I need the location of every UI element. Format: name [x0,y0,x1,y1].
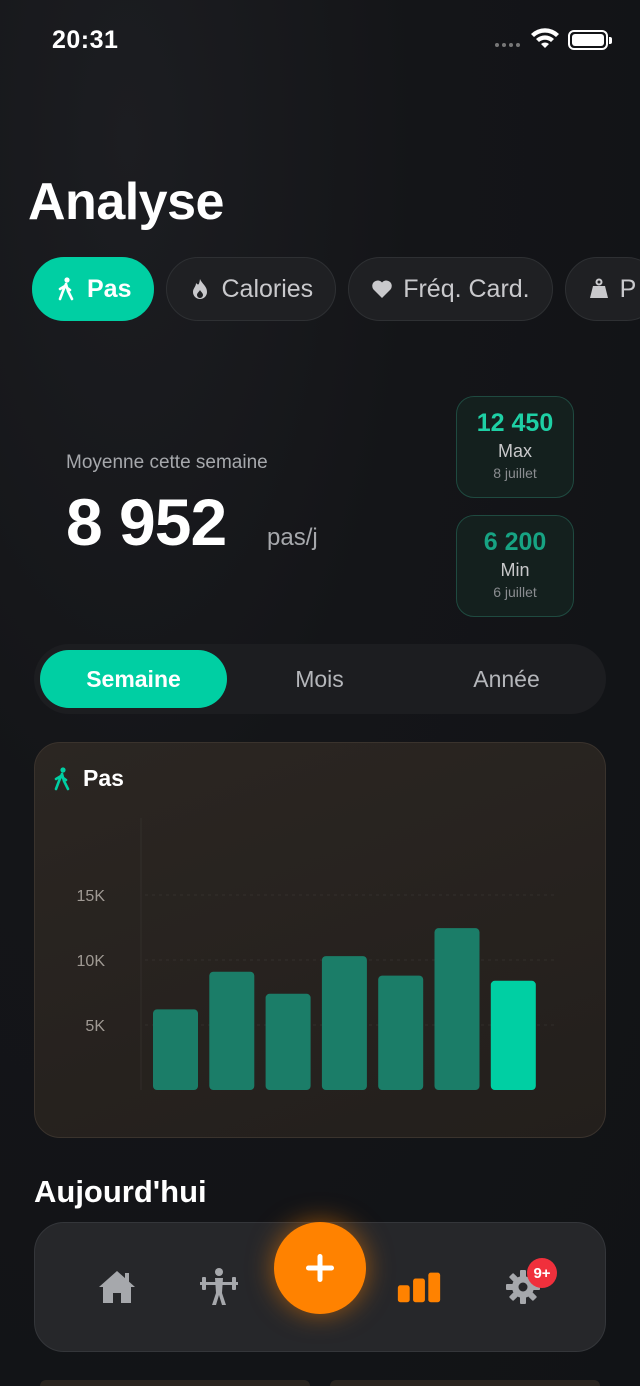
average-unit: pas/j [267,524,318,551]
average-value: 8 952 [66,485,227,559]
tab-calories-label: Calories [221,274,314,303]
tab-heart-rate-label: Fréq. Card. [403,274,530,303]
tab-pas-label: Pas [87,274,132,303]
min-date: 6 juillet [493,584,537,600]
walking-icon [53,766,71,791]
chart-bar [490,980,536,1090]
add-button[interactable] [274,1222,366,1314]
chart-header: Pas [53,765,124,792]
tab-calories[interactable]: Calories [166,257,337,321]
chart-bar [265,993,311,1090]
chart-bar [321,956,367,1090]
home-icon [99,1271,135,1303]
min-stat-card: 6 200 Min 6 juillet [456,515,574,617]
tab-weight[interactable]: P [564,257,640,321]
wifi-icon [531,28,559,48]
card-edge [330,1380,600,1386]
status-bar: 20:31 [0,0,640,80]
tab-workout[interactable] [197,1267,241,1307]
period-week[interactable]: Semaine [40,650,227,708]
workout-icon [200,1268,238,1305]
period-month[interactable]: Mois [226,650,413,708]
chart-title: Pas [83,765,124,791]
min-label: Min [500,560,530,580]
card-edge [40,1380,310,1386]
max-label: Max [497,441,532,461]
weight-icon [588,277,610,301]
period-selector: Semaine Mois Année [34,644,606,714]
status-time: 20:31 [52,26,119,54]
tab-weight-label: P [619,274,637,303]
steps-chart: 5K 10K 15K [77,818,555,1090]
max-stat-card: 12 450 Max 8 juillet [456,396,574,498]
steps-chart-card: 5K 10K 15K Pas [34,742,606,1138]
notification-badge: 9+ [527,1258,557,1288]
metric-tabs: Pas Calories Fréq. Card. P [32,257,640,321]
heart-icon [371,277,393,301]
page-title: Analyse [28,173,224,231]
max-value: 12 450 [476,409,554,437]
tab-analytics[interactable] [397,1267,441,1307]
add-icon [306,1254,334,1282]
walking-icon [55,277,77,301]
period-year[interactable]: Année [413,650,600,708]
tab-heart-rate[interactable]: Fréq. Card. [348,257,553,321]
cellular-signal-icon [495,43,520,47]
chart-bar [434,928,480,1090]
y-tick-label: 5K [85,1018,105,1035]
analytics-icon [397,1272,441,1303]
chart-bar [153,1009,198,1090]
tab-pas[interactable]: Pas [32,257,155,321]
tab-home[interactable] [95,1267,139,1307]
average-label: Moyenne cette semaine [66,452,268,473]
min-value: 6 200 [483,528,547,556]
y-tick-label: 10K [77,953,106,970]
y-tick-label: 15K [77,888,106,905]
max-date: 8 juillet [493,465,537,481]
chart-bar [378,975,424,1090]
battery-icon [568,30,612,50]
section-title: Aujourd'hui [34,1174,207,1209]
chart-bar [209,971,255,1090]
flame-icon [189,277,211,301]
